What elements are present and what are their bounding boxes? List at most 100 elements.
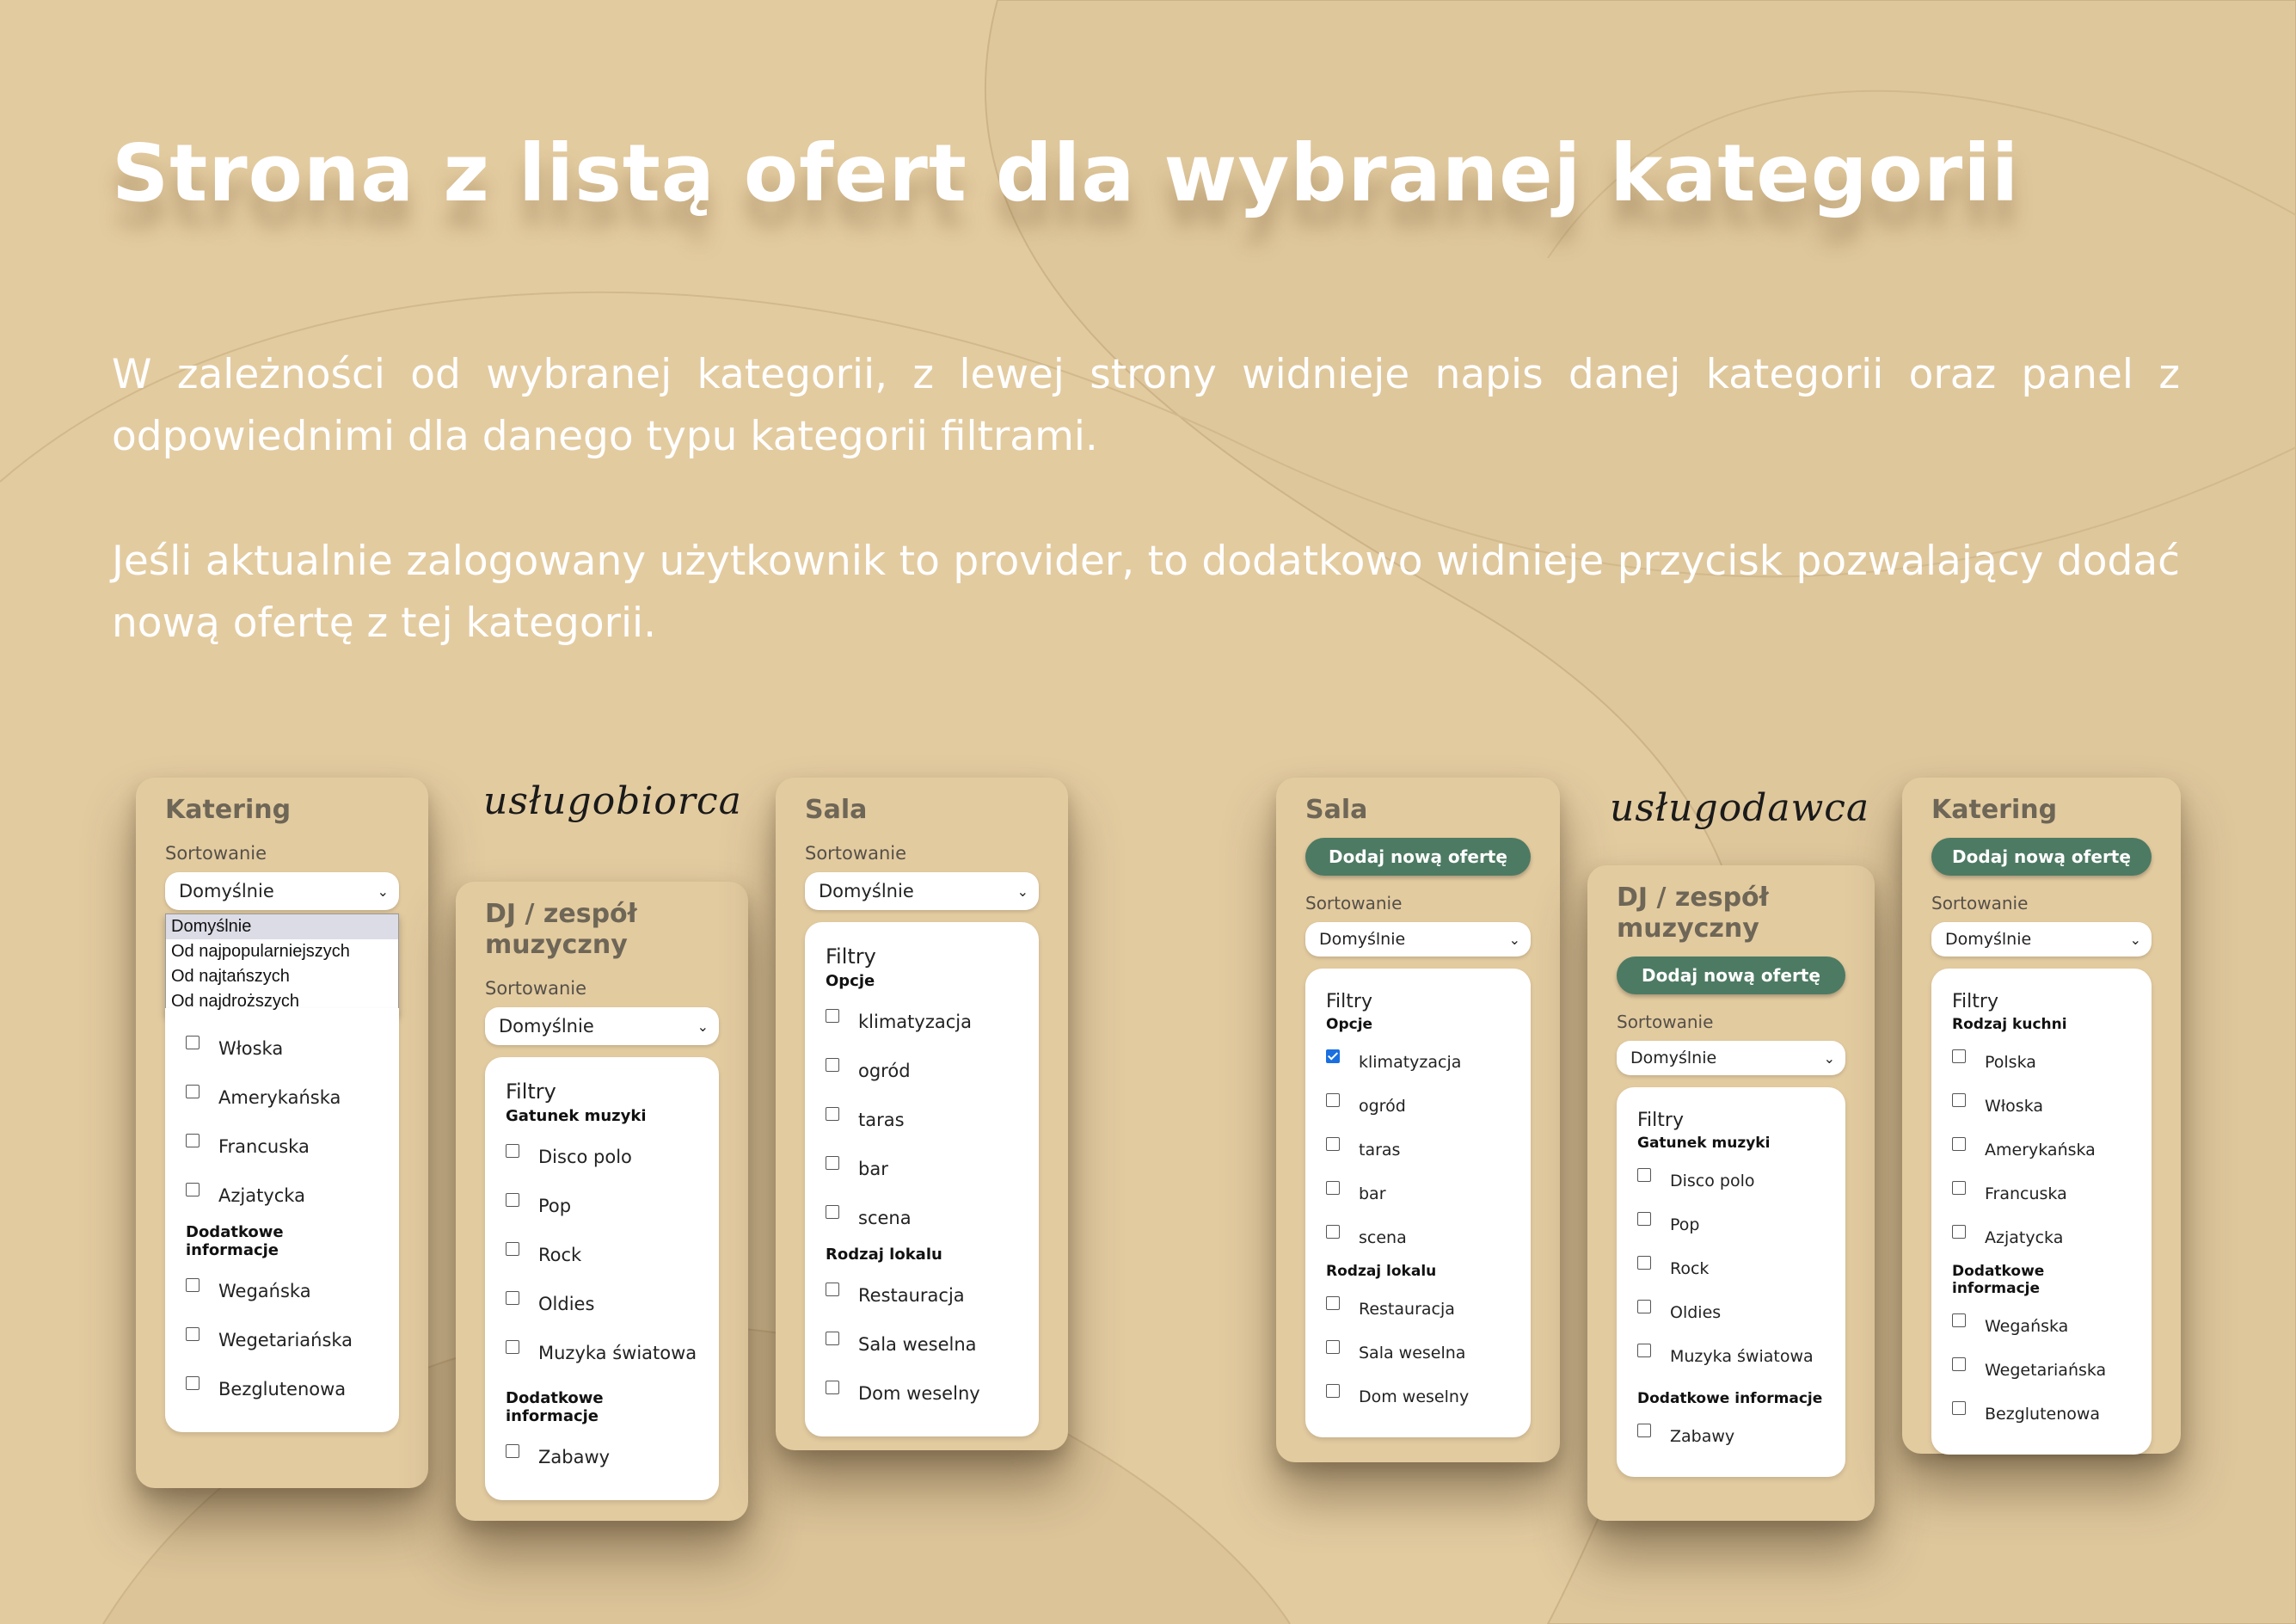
checkbox[interactable] [1326, 1092, 1340, 1107]
filter-option[interactable]: Muzyka światowa [506, 1328, 698, 1377]
filter-option[interactable]: ogród [826, 1046, 1018, 1095]
checkbox[interactable] [1952, 1400, 1966, 1415]
filter-option[interactable]: Restauracja [1326, 1287, 1510, 1331]
filter-option[interactable]: Polska [1952, 1040, 2131, 1084]
filter-option[interactable]: Oldies [1637, 1290, 1825, 1334]
checkbox[interactable] [1326, 1224, 1340, 1239]
filter-option[interactable]: Sala weselna [1326, 1331, 1510, 1375]
checkbox[interactable] [1637, 1343, 1651, 1357]
filter-option[interactable]: Restauracja [826, 1270, 1018, 1320]
checkbox[interactable] [186, 1277, 200, 1292]
filter-option[interactable]: Wegetariańska [1952, 1348, 2131, 1392]
checkbox[interactable] [506, 1443, 519, 1458]
checkbox[interactable] [826, 1008, 839, 1023]
sort-select[interactable]: Domyślnie ⌄ [805, 872, 1039, 910]
checkbox[interactable] [1637, 1167, 1651, 1182]
filter-option[interactable]: Włoska [1952, 1084, 2131, 1128]
sort-option[interactable]: Domyślnie [166, 914, 398, 939]
checkbox[interactable] [506, 1192, 519, 1207]
filter-option[interactable]: Amerykańska [1952, 1128, 2131, 1172]
filter-option[interactable]: Zabawy [1637, 1414, 1825, 1458]
checkbox[interactable] [1952, 1224, 1966, 1239]
sort-select[interactable]: Domyślnie ⌄ [485, 1007, 719, 1045]
filter-option[interactable]: Muzyka światowa [1637, 1334, 1825, 1378]
filter-option[interactable]: Rock [1637, 1246, 1825, 1290]
add-offer-button[interactable]: Dodaj nową ofertę [1931, 838, 2152, 876]
filter-option[interactable]: ogród [1326, 1084, 1510, 1128]
checkbox[interactable] [826, 1380, 839, 1394]
checkbox[interactable] [186, 1182, 200, 1196]
sort-option[interactable]: Od najtańszych [166, 964, 398, 989]
filter-option[interactable]: Sala weselna [826, 1320, 1018, 1369]
checkbox[interactable] [1326, 1383, 1340, 1398]
filter-option[interactable]: Francuska [186, 1122, 378, 1171]
filter-option[interactable]: Disco polo [506, 1132, 698, 1181]
sort-select[interactable]: Domyślnie ⌄ [165, 872, 399, 910]
filter-option[interactable]: Wegetariańska [186, 1315, 378, 1364]
checkbox[interactable] [1637, 1255, 1651, 1270]
checkbox[interactable] [186, 1326, 200, 1341]
checkbox[interactable] [1637, 1211, 1651, 1226]
filter-option[interactable]: Francuska [1952, 1172, 2131, 1215]
checkbox-checked[interactable] [1326, 1049, 1340, 1063]
checkbox[interactable] [186, 1035, 200, 1049]
filter-option[interactable]: taras [1326, 1128, 1510, 1172]
checkbox[interactable] [826, 1057, 839, 1072]
filter-option[interactable]: Azjatycka [186, 1171, 378, 1220]
filter-option[interactable]: Disco polo [1637, 1159, 1825, 1203]
checkbox[interactable] [1326, 1339, 1340, 1354]
sort-option[interactable]: Od najpopularniejszych [166, 939, 398, 964]
checkbox[interactable] [1952, 1180, 1966, 1195]
category-title: DJ / zespół muzyczny [485, 899, 637, 960]
filter-option[interactable]: scena [1326, 1215, 1510, 1259]
filter-option[interactable]: Dom weselny [826, 1369, 1018, 1418]
checkbox[interactable] [826, 1155, 839, 1170]
add-offer-button[interactable]: Dodaj nową ofertę [1305, 838, 1531, 876]
filter-option[interactable]: Bezglutenowa [1952, 1392, 2131, 1436]
filter-option[interactable]: Dom weselny [1326, 1375, 1510, 1418]
checkbox[interactable] [826, 1106, 839, 1121]
filter-option[interactable]: Wegańska [186, 1266, 378, 1315]
filter-option[interactable]: Wegańska [1952, 1304, 2131, 1348]
filter-option[interactable]: klimatyzacja [826, 997, 1018, 1046]
checkbox[interactable] [186, 1133, 200, 1147]
checkbox[interactable] [1952, 1356, 1966, 1371]
checkbox[interactable] [826, 1282, 839, 1296]
checkbox[interactable] [1326, 1136, 1340, 1151]
filter-option[interactable]: Pop [506, 1181, 698, 1230]
filter-option[interactable]: Azjatycka [1952, 1215, 2131, 1259]
checkbox[interactable] [1326, 1180, 1340, 1195]
filter-option[interactable]: scena [826, 1193, 1018, 1242]
checkbox[interactable] [1952, 1313, 1966, 1327]
sort-select[interactable]: Domyślnie ⌄ [1305, 922, 1531, 957]
checkbox[interactable] [1326, 1295, 1340, 1310]
sort-select[interactable]: Domyślnie ⌄ [1931, 922, 2152, 957]
checkbox[interactable] [826, 1331, 839, 1345]
checkbox[interactable] [506, 1290, 519, 1305]
filter-option[interactable]: Amerykańska [186, 1073, 378, 1122]
checkbox[interactable] [826, 1204, 839, 1219]
filter-option[interactable]: Bezglutenowa [186, 1364, 378, 1413]
filter-option[interactable]: bar [826, 1144, 1018, 1193]
checkbox[interactable] [186, 1084, 200, 1098]
checkbox[interactable] [1952, 1092, 1966, 1107]
filter-option[interactable]: bar [1326, 1172, 1510, 1215]
filter-option[interactable]: Oldies [506, 1279, 698, 1328]
checkbox[interactable] [506, 1241, 519, 1256]
checkbox[interactable] [1637, 1423, 1651, 1437]
checkbox[interactable] [1637, 1299, 1651, 1313]
filter-option[interactable]: taras [826, 1095, 1018, 1144]
checkbox[interactable] [1952, 1136, 1966, 1151]
sort-select[interactable]: Domyślnie ⌄ [1617, 1041, 1845, 1075]
checkbox[interactable] [1952, 1049, 1966, 1063]
sort-label: Sortowanie [1931, 893, 2029, 914]
checkbox[interactable] [186, 1375, 200, 1390]
filter-option[interactable]: Rock [506, 1230, 698, 1279]
add-offer-button[interactable]: Dodaj nową ofertę [1617, 957, 1845, 994]
checkbox[interactable] [506, 1339, 519, 1354]
filter-option[interactable]: Pop [1637, 1203, 1825, 1246]
filter-option[interactable]: klimatyzacja [1326, 1040, 1510, 1084]
filter-option[interactable]: Włoska [186, 1024, 378, 1073]
checkbox[interactable] [506, 1143, 519, 1158]
filter-option[interactable]: Zabawy [506, 1432, 698, 1481]
